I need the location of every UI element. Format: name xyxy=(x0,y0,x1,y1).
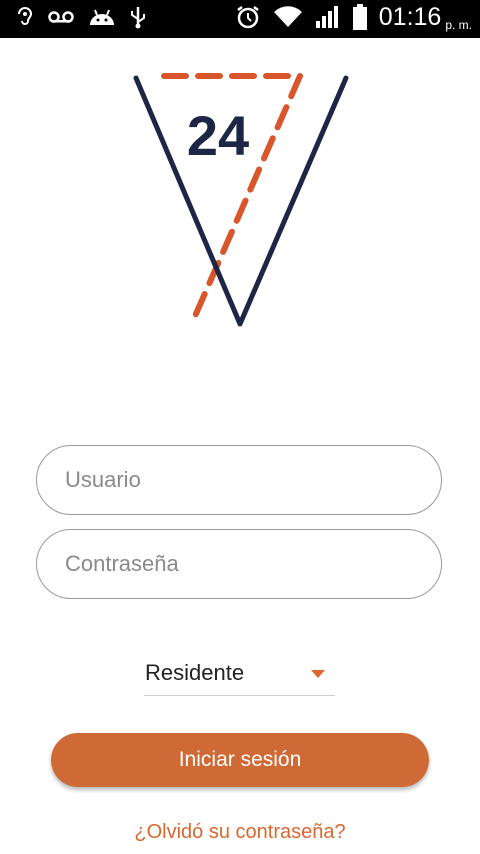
android-icon xyxy=(88,7,116,32)
logo-number: 24 xyxy=(187,104,249,167)
alarm-icon xyxy=(235,4,261,35)
status-right-icons: 01:16 p. m. xyxy=(235,2,472,36)
hearing-aid-icon xyxy=(16,6,34,32)
username-field[interactable] xyxy=(36,445,442,515)
status-time-value: 01:16 xyxy=(378,3,442,31)
forgot-password-link[interactable]: ¿Olvidó su contraseña? xyxy=(0,821,480,844)
status-left-icons xyxy=(16,6,146,32)
app-logo: 24 xyxy=(130,68,355,333)
password-input[interactable] xyxy=(37,530,441,598)
status-bar: 01:16 p. m. xyxy=(0,0,480,38)
username-input[interactable] xyxy=(37,446,441,514)
status-time: 01:16 p. m. xyxy=(379,2,472,36)
wifi-icon xyxy=(273,5,303,34)
role-select[interactable]: Residente xyxy=(144,652,335,696)
signal-icon xyxy=(315,5,341,34)
battery-icon xyxy=(352,3,367,35)
status-ampm: p. m. xyxy=(445,18,472,32)
role-select-value: Residente xyxy=(145,660,245,685)
login-button[interactable]: Iniciar sesión xyxy=(51,733,429,787)
usb-icon xyxy=(130,5,146,34)
password-field[interactable] xyxy=(36,529,442,599)
voicemail-icon xyxy=(48,10,74,29)
dropdown-caret-icon xyxy=(311,670,325,678)
